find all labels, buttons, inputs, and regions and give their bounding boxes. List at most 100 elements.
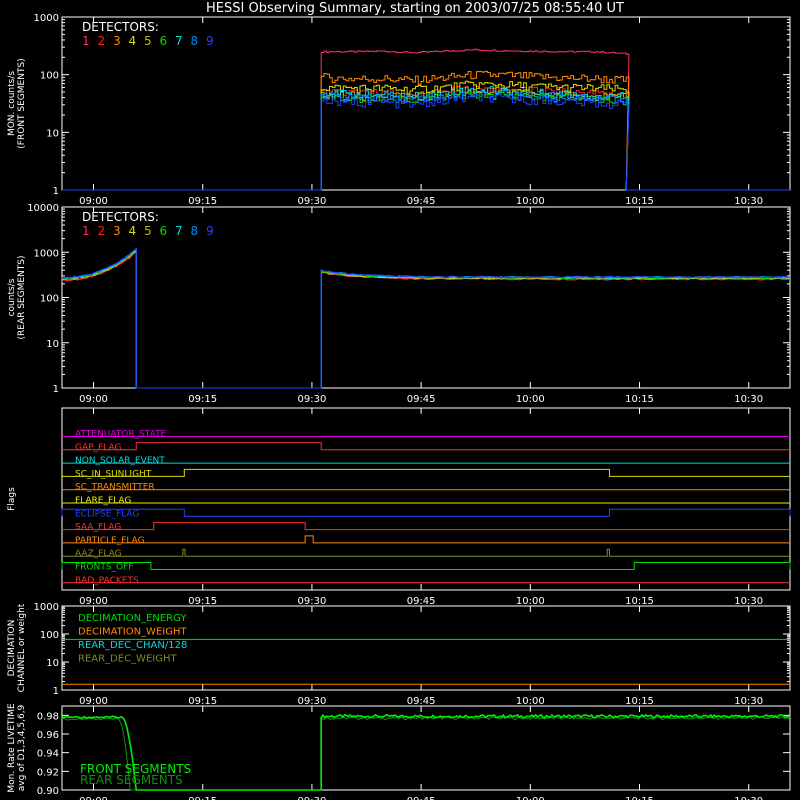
livetime-legend-item: REAR SEGMENTS bbox=[80, 773, 183, 787]
front-xtick-label: 09:45 bbox=[407, 196, 436, 207]
flag-label: FLARE_FLAG bbox=[75, 496, 131, 506]
rear-ylabel: (REAR SEGMENTS) bbox=[17, 255, 27, 339]
front-legend-item: 1 bbox=[82, 34, 90, 48]
front-xtick-label: 09:00 bbox=[79, 196, 108, 207]
livetime-ylabel: avg of D1,3,4,5,6,9 bbox=[17, 704, 27, 791]
flags-xtick-label: 10:30 bbox=[734, 596, 763, 607]
decimation-xtick-label: 09:15 bbox=[188, 696, 217, 707]
rear-ytick-label: 100 bbox=[40, 294, 59, 305]
decimation-ytick-label: 10 bbox=[46, 658, 59, 669]
decimation-ylabel: DECIMATION bbox=[7, 620, 17, 677]
flag-label: BAD_PACKETS bbox=[75, 576, 139, 586]
decimation-xtick-label: 09:00 bbox=[79, 696, 108, 707]
rear-xtick-label: 10:00 bbox=[516, 394, 545, 405]
front-ytick-label: 100 bbox=[40, 71, 59, 82]
front-xtick-label: 10:30 bbox=[734, 196, 763, 207]
front-legend-item: 6 bbox=[160, 34, 168, 48]
front-legend-item: 5 bbox=[144, 34, 152, 48]
decimation-ytick-label: 1000 bbox=[34, 602, 59, 613]
decimation-ylabel: CHANNEL or weight bbox=[17, 603, 27, 692]
decimation-xtick-label: 09:45 bbox=[407, 696, 436, 707]
livetime-ytick-label: 0.98 bbox=[37, 711, 59, 722]
front-legend-item: 7 bbox=[175, 34, 183, 48]
front-ylabel: (FRONT SEGMENTS) bbox=[17, 58, 27, 148]
front-legend-item: 2 bbox=[98, 34, 106, 48]
livetime-ylabel: Mon. Rate LIVETIME bbox=[7, 703, 17, 793]
flag-label: NON_SOLAR_EVENT bbox=[75, 456, 165, 466]
front-legend-title: DETECTORS: bbox=[82, 20, 159, 34]
rear-legend-item: 7 bbox=[175, 224, 183, 238]
rear-ytick-label: 10 bbox=[46, 339, 59, 350]
livetime-xtick-label: 10:30 bbox=[734, 796, 763, 800]
decimation-xtick-label: 10:15 bbox=[625, 696, 654, 707]
livetime-ytick-label: 0.94 bbox=[37, 749, 59, 760]
rear-legend-item: 6 bbox=[160, 224, 168, 238]
rear-legend-item: 3 bbox=[113, 224, 121, 238]
rear-ylabel: counts/s bbox=[7, 278, 17, 316]
livetime-ytick-label: 0.92 bbox=[37, 767, 59, 778]
flag-label: SC_TRANSMITTER bbox=[75, 483, 155, 493]
rear-xtick-label: 09:45 bbox=[407, 394, 436, 405]
livetime-xtick-label: 10:00 bbox=[516, 796, 545, 800]
decimation-legend-item: DECIMATION_ENERGY bbox=[78, 613, 187, 624]
decimation-xtick-label: 10:00 bbox=[516, 696, 545, 707]
rear-legend-item: 8 bbox=[191, 224, 199, 238]
rear-xtick-label: 10:15 bbox=[625, 394, 654, 405]
rear-ytick-label: 1000 bbox=[34, 248, 59, 259]
front-ytick-label: 1 bbox=[53, 186, 59, 197]
front-xtick-label: 10:15 bbox=[625, 196, 654, 207]
chart-title: HESSI Observing Summary, starting on 200… bbox=[206, 1, 624, 16]
decimation-ytick-label: 100 bbox=[40, 630, 59, 641]
front-legend-item: 8 bbox=[191, 34, 199, 48]
flag-label: AAZ_FLAG bbox=[75, 549, 122, 559]
flag-label: SAA_FLAG bbox=[75, 523, 121, 533]
front-xtick-label: 09:30 bbox=[298, 196, 327, 207]
front-ytick-label: 10 bbox=[46, 128, 59, 139]
livetime-ytick-label: 0.96 bbox=[37, 730, 59, 741]
rear-xtick-label: 10:30 bbox=[734, 394, 763, 405]
rear-xtick-label: 09:00 bbox=[79, 394, 108, 405]
livetime-xtick-label: 09:30 bbox=[298, 796, 327, 800]
flag-label: ECLIPSE_FLAG bbox=[75, 509, 139, 519]
flags-ylabel: Flags bbox=[7, 487, 17, 511]
decimation-legend-item: REAR_DEC_CHAN/128 bbox=[78, 640, 187, 651]
front-xtick-label: 09:15 bbox=[188, 196, 217, 207]
flags-xtick-label: 10:00 bbox=[516, 596, 545, 607]
front-xtick-label: 10:00 bbox=[516, 196, 545, 207]
decimation-ytick-label: 1 bbox=[53, 686, 59, 697]
flags-xtick-label: 09:45 bbox=[407, 596, 436, 607]
rear-xtick-label: 09:30 bbox=[298, 394, 327, 405]
rear-ytick-label: 1 bbox=[53, 384, 59, 395]
rear-legend-item: 9 bbox=[206, 224, 214, 238]
livetime-xtick-label: 10:15 bbox=[625, 796, 654, 800]
livetime-xtick-label: 09:45 bbox=[407, 796, 436, 800]
rear-legend-item: 4 bbox=[129, 224, 137, 238]
flags-xtick-label: 09:00 bbox=[79, 596, 108, 607]
flag-label: SC_IN_SUNLIGHT bbox=[75, 469, 152, 479]
flags-xtick-label: 10:15 bbox=[625, 596, 654, 607]
livetime-xtick-label: 09:15 bbox=[188, 796, 217, 800]
rear-ytick-label: 10000 bbox=[27, 203, 59, 214]
flag-label: FRONTS_OFF bbox=[75, 563, 133, 573]
flag-label: GAP_FLAG bbox=[75, 443, 121, 453]
flag-label: PARTICLE_FLAG bbox=[75, 536, 145, 546]
front-legend-item: 3 bbox=[113, 34, 121, 48]
hessi-summary-figure: HESSI Observing Summary, starting on 200… bbox=[0, 0, 800, 800]
rear-legend-item: 1 bbox=[82, 224, 90, 238]
flags-xtick-label: 09:15 bbox=[188, 596, 217, 607]
rear-legend-title: DETECTORS: bbox=[82, 210, 159, 224]
rear-legend-item: 2 bbox=[98, 224, 106, 238]
livetime-xtick-label: 09:00 bbox=[79, 796, 108, 800]
front-ylabel: MON. counts/s bbox=[7, 71, 17, 136]
front-legend-item: 9 bbox=[206, 34, 214, 48]
front-legend-item: 4 bbox=[129, 34, 137, 48]
front-ytick-label: 1000 bbox=[34, 13, 59, 24]
decimation-xtick-label: 09:30 bbox=[298, 696, 327, 707]
decimation-legend-item: DECIMATION_WEIGHT bbox=[78, 627, 187, 638]
decimation-xtick-label: 10:30 bbox=[734, 696, 763, 707]
flag-label: ATTENUATOR_STATE bbox=[75, 430, 167, 440]
rear-legend-item: 5 bbox=[144, 224, 152, 238]
livetime-ytick-label: 0.90 bbox=[37, 786, 59, 797]
rear-xtick-label: 09:15 bbox=[188, 394, 217, 405]
flags-xtick-label: 09:30 bbox=[298, 596, 327, 607]
